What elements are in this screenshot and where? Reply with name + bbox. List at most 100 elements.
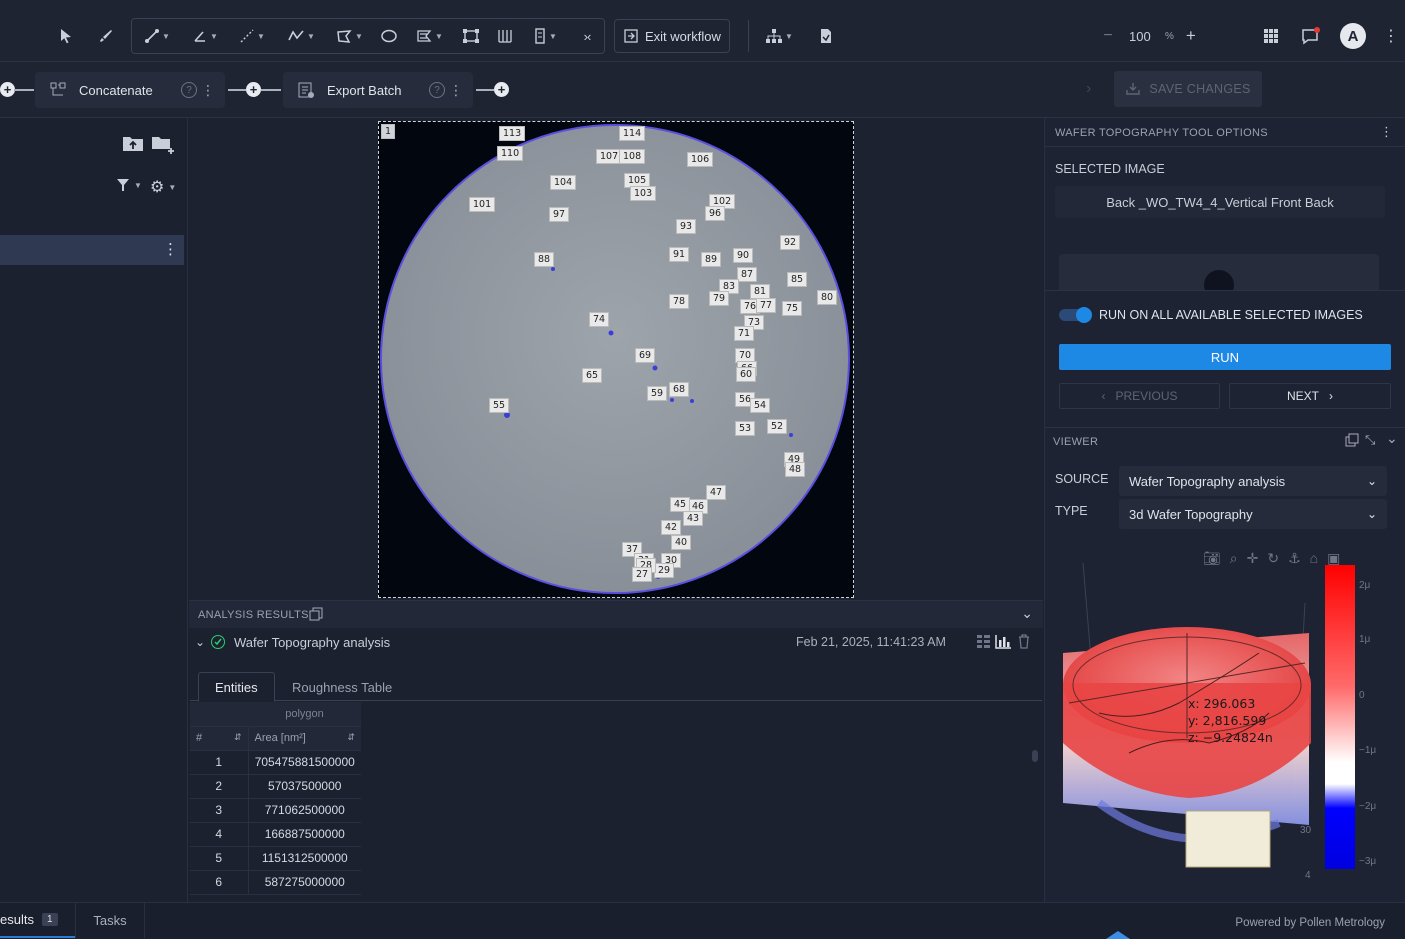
vertical-slice-icon[interactable]: ▼ <box>525 22 565 50</box>
defect-label[interactable]: 101 <box>469 197 496 212</box>
defect-label[interactable]: 77 <box>756 298 777 313</box>
run-all-toggle[interactable] <box>1059 307 1092 323</box>
defect-label[interactable]: 45 <box>670 497 691 512</box>
more-vertical-icon[interactable]: ⋮ <box>1377 22 1405 50</box>
table-row[interactable]: 5 1151312500000 <box>190 846 361 871</box>
collapse-viewer-icon[interactable]: ⌄ <box>1386 430 1398 447</box>
zoom-out-button[interactable]: − <box>1097 27 1119 45</box>
help-icon[interactable]: ? <box>429 82 445 98</box>
defect-label[interactable]: 48 <box>785 462 806 477</box>
defect-label[interactable]: 55 <box>489 398 510 413</box>
panel-menu-icon[interactable]: ⋮ <box>1380 124 1393 140</box>
image-viewport[interactable]: 1 113 114 110 107 108 106 104 105 103 101 97 102 96 9… <box>378 121 854 598</box>
add-node-end-button[interactable]: + <box>494 82 509 97</box>
node-concatenate[interactable]: Concatenate ? ⋮ <box>35 72 225 108</box>
line-tool-icon[interactable]: ▼ <box>137 22 177 50</box>
sort-icon[interactable]: ⇵ <box>347 732 355 743</box>
apps-grid-icon[interactable] <box>1257 22 1285 50</box>
table-row[interactable]: 6 587275000000 <box>190 870 361 895</box>
column-header-index[interactable]: # ⇵ <box>190 726 248 751</box>
defect-label[interactable]: 42 <box>661 520 682 535</box>
trash-icon[interactable] <box>1018 634 1030 654</box>
node-export-batch[interactable]: Export Batch ? ⋮ <box>283 72 473 108</box>
defect-label[interactable]: 43 <box>683 511 704 526</box>
defect-label[interactable]: 103 <box>630 186 657 201</box>
save-changes-button[interactable]: SAVE CHANGES <box>1114 71 1262 107</box>
expand-chevron-icon[interactable]: ⌄ <box>195 635 205 649</box>
collapse-arrows-icon[interactable]: ›‹ <box>573 22 601 50</box>
select-pointer-icon[interactable] <box>52 22 80 50</box>
defect-label[interactable]: 27 <box>632 567 653 582</box>
defect-label[interactable]: 89 <box>701 252 722 267</box>
defect-label[interactable]: 80 <box>817 290 838 305</box>
node-menu-icon[interactable]: ⋮ <box>449 82 463 99</box>
defect-label[interactable]: 110 <box>497 146 524 161</box>
tab-entities[interactable]: Entities <box>198 672 275 702</box>
tab-roughness-table[interactable]: Roughness Table <box>276 672 408 702</box>
scrollbar-thumb[interactable] <box>1032 750 1038 762</box>
defect-label[interactable]: 71 <box>734 326 755 341</box>
table-row[interactable]: 4 166887500000 <box>190 822 361 847</box>
defect-label[interactable]: 53 <box>735 421 756 436</box>
document-icon[interactable] <box>812 22 840 50</box>
table-row[interactable]: 2 57037500000 <box>190 774 361 799</box>
item-menu-icon[interactable]: ⋮ <box>163 240 178 258</box>
defect-label[interactable]: 40 <box>671 535 692 550</box>
ellipse-tool-icon[interactable] <box>375 22 403 50</box>
notifications-icon[interactable] <box>1297 22 1325 50</box>
defect-label[interactable]: 59 <box>647 386 668 401</box>
results-tab[interactable]: esults 1 <box>0 903 75 938</box>
polygon-tool-icon[interactable]: ▼ <box>329 22 369 50</box>
defect-label[interactable]: 78 <box>669 294 690 309</box>
zoom-in-button[interactable]: + <box>1186 26 1196 46</box>
defect-label[interactable]: 65 <box>582 368 603 383</box>
defect-label[interactable]: 79 <box>709 291 730 306</box>
bar-chart-icon[interactable] <box>995 634 1012 654</box>
defect-label[interactable]: 52 <box>767 419 788 434</box>
wave-profile-icon[interactable] <box>491 22 519 50</box>
expand-icon[interactable]: ⤡ <box>1365 432 1375 448</box>
defect-label[interactable]: 92 <box>780 235 801 250</box>
node-menu-icon[interactable]: ⋮ <box>201 82 215 99</box>
column-header-area[interactable]: Area [nm²] ⇵ <box>247 726 361 751</box>
defect-label[interactable]: 29 <box>654 563 675 578</box>
defect-label[interactable]: 106 <box>687 152 714 167</box>
polyline-tool-icon[interactable]: ▼ <box>281 22 321 50</box>
defect-label[interactable]: 81 <box>750 284 771 299</box>
defect-label[interactable]: 108 <box>619 149 646 164</box>
next-button[interactable]: NEXT › <box>1229 383 1391 409</box>
add-folder-icon[interactable] <box>151 134 175 159</box>
copy-icon[interactable] <box>309 607 323 626</box>
type-select[interactable]: 3d Wafer Topography ⌄ <box>1119 499 1387 529</box>
defect-label[interactable]: 60 <box>736 367 757 382</box>
defect-label[interactable]: 54 <box>750 398 771 413</box>
popout-icon[interactable] <box>1345 433 1359 452</box>
defect-label[interactable]: 88 <box>534 252 555 267</box>
defect-label[interactable]: 113 <box>499 126 526 141</box>
source-select[interactable]: Wafer Topography analysis ⌄ <box>1119 466 1387 496</box>
table-row[interactable]: 3 771062500000 <box>190 798 361 823</box>
list-item-selected[interactable]: ⋮ <box>0 235 184 265</box>
sort-icon[interactable]: ⇵ <box>234 732 242 743</box>
analysis-item-name[interactable]: Wafer Topography analysis <box>234 635 390 650</box>
previous-button[interactable]: ‹ PREVIOUS <box>1059 383 1220 409</box>
filter-icon[interactable]: ▼ <box>116 178 142 192</box>
bounding-box-icon[interactable] <box>457 22 485 50</box>
defect-label[interactable]: 91 <box>669 247 690 262</box>
defect-label[interactable]: 90 <box>733 248 754 263</box>
collapse-chevron-icon[interactable]: ⌄ <box>1021 605 1033 622</box>
image-canvas[interactable]: 1 113 114 110 107 108 106 104 105 103 101 97 102 96 9… <box>189 118 1043 600</box>
freehand-region-icon[interactable]: ▼ <box>409 22 449 50</box>
defect-label[interactable]: 85 <box>787 272 808 287</box>
defect-label[interactable]: 68 <box>669 382 690 397</box>
add-node-start-button[interactable]: + <box>0 82 15 97</box>
add-node-button[interactable]: + <box>246 82 261 97</box>
exit-workflow-button[interactable]: Exit workflow <box>614 19 730 53</box>
defect-label[interactable]: 93 <box>676 219 697 234</box>
angle-tool-icon[interactable]: ▼ <box>185 22 225 50</box>
settings-gear-icon[interactable]: ⚙ ▼ <box>150 177 176 197</box>
hierarchy-icon[interactable]: ▼ <box>758 22 800 50</box>
help-icon[interactable]: ? <box>181 82 197 98</box>
selected-image-value[interactable]: Back _WO_TW4_4_Vertical Front Back <box>1055 186 1385 218</box>
defect-label[interactable]: 104 <box>550 175 577 190</box>
